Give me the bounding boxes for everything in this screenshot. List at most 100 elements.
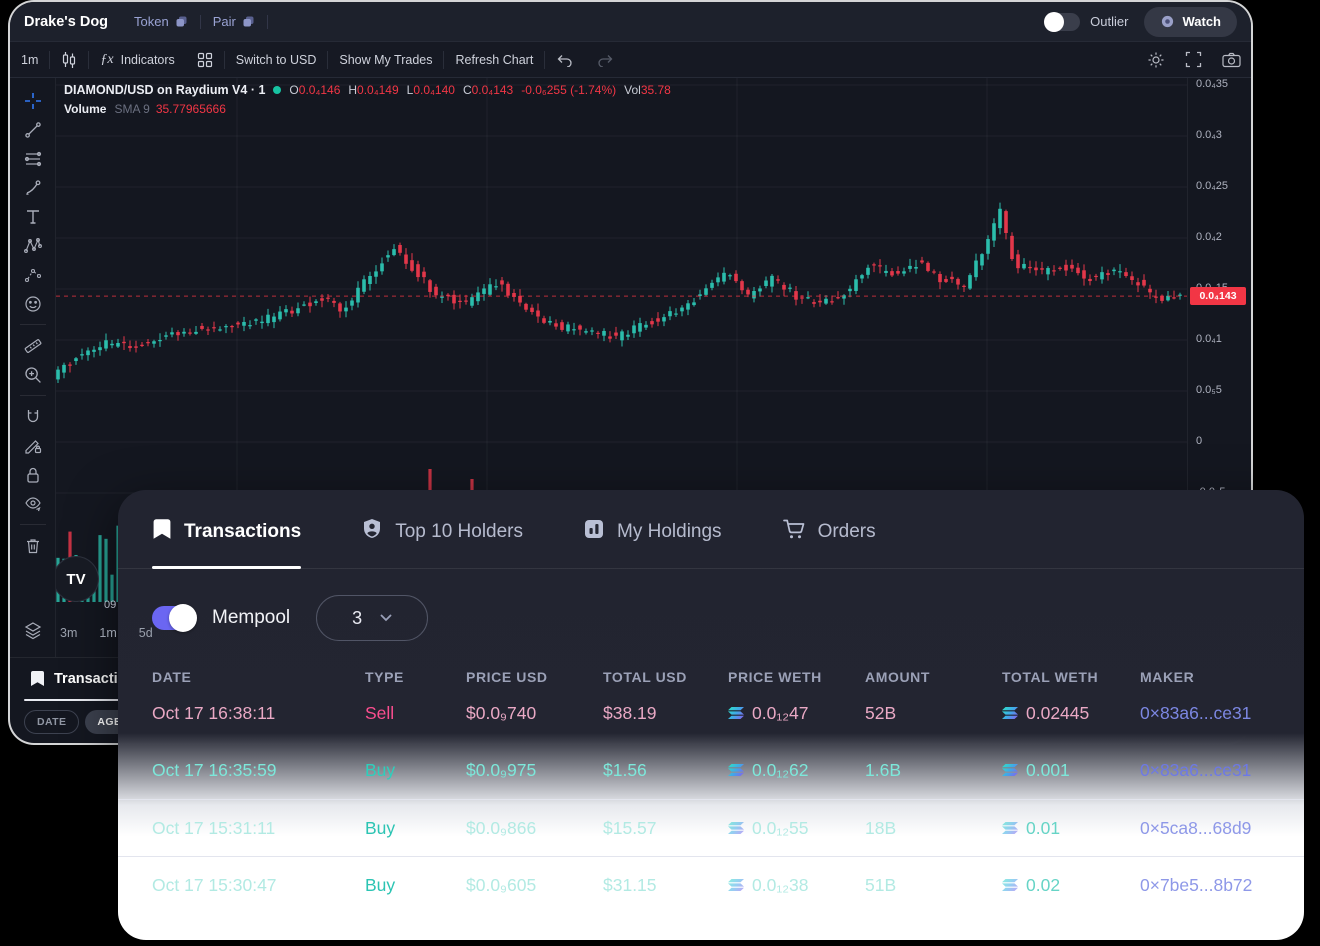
transactions-panel: Transactions Top 10 Holders My Holdings Ord…: [118, 490, 1304, 940]
pattern-icon: [23, 236, 43, 256]
redo-button[interactable]: [585, 53, 625, 67]
transaction-row[interactable]: Oct 17 16:38:11Sell$0.0₉740$38.190.0₁₂47…: [118, 685, 1304, 742]
tab-my-holdings[interactable]: My Holdings: [583, 496, 722, 568]
tx-amount: 18B: [865, 818, 1002, 839]
tx-maker-link[interactable]: 0×83a6...ce31: [1140, 703, 1304, 724]
fib-lines-tool[interactable]: [10, 144, 55, 173]
tx-amount: 1.6B: [865, 760, 1002, 781]
pair-label: Pair: [213, 14, 236, 29]
column-header: PRICE WETH: [728, 669, 865, 685]
column-header: AMOUNT: [865, 669, 1002, 685]
market-status-dot: [273, 86, 281, 94]
undo-button[interactable]: [545, 53, 585, 67]
tx-date: Oct 17 16:38:11: [152, 703, 365, 724]
tab-top-10-holders[interactable]: Top 10 Holders: [361, 496, 523, 568]
tx-total-weth: 0.001: [1002, 760, 1140, 781]
remove-drawings-tool[interactable]: [10, 531, 55, 560]
table-body: Oct 17 16:38:11Sell$0.0₉740$38.190.0₁₂47…: [118, 685, 1304, 913]
indicators-button[interactable]: ƒx Indicators: [89, 52, 185, 68]
transaction-row[interactable]: Oct 17 15:30:47Buy$0.0₉605$31.150.0₁₂385…: [118, 856, 1304, 913]
interval-button[interactable]: 1m: [10, 53, 49, 67]
trend-line-tool[interactable]: [10, 115, 55, 144]
drawing-mode-tool[interactable]: [10, 431, 55, 460]
brush-tool[interactable]: [10, 173, 55, 202]
candle-style-button[interactable]: [50, 51, 88, 69]
undo-icon: [556, 53, 574, 67]
range-button-1m[interactable]: 1m: [99, 626, 116, 640]
solana-icon: [1002, 760, 1018, 781]
crosshair-tool[interactable]: [10, 86, 55, 115]
page-title: Drake's Dog: [24, 14, 108, 30]
tx-maker-link[interactable]: 0×83a6...ce31: [1140, 760, 1304, 781]
smiley-icon: [23, 294, 43, 314]
lock-drawings-tool[interactable]: [10, 460, 55, 489]
tx-total-usd: $31.15: [603, 875, 728, 896]
time-axis-label: 09: [104, 599, 116, 611]
orders-icon: [782, 518, 806, 546]
column-header: TYPE: [365, 669, 466, 685]
tab-label: Top 10 Holders: [395, 521, 523, 543]
tab-orders[interactable]: Orders: [782, 496, 876, 568]
lock-icon: [23, 465, 43, 485]
transaction-row[interactable]: Oct 17 15:31:11Buy$0.0₉866$15.570.0₁₂551…: [118, 799, 1304, 856]
mempool-count-dropdown[interactable]: 3: [316, 595, 428, 641]
window-header: Drake's Dog Token Pair Outlier Watch: [10, 2, 1251, 42]
watch-label: Watch: [1182, 14, 1221, 29]
date-toggle-button[interactable]: DATE: [24, 710, 79, 734]
tab-underline: [24, 699, 126, 701]
screenshot-button[interactable]: [1212, 52, 1251, 68]
fullscreen-icon: [1185, 51, 1202, 68]
watch-eye-icon: [1160, 14, 1175, 29]
transaction-row[interactable]: Oct 17 16:35:59Buy$0.0₉975$1.560.0₁₂621.…: [118, 742, 1304, 799]
text-icon: [23, 207, 43, 227]
token-label: Token: [134, 14, 169, 29]
copy-icon: [242, 15, 255, 28]
redo-icon: [596, 53, 614, 67]
mempool-toggle[interactable]: [152, 606, 196, 630]
pair-copy-button[interactable]: Pair: [213, 14, 255, 29]
price-tick: 0.0₄1: [1196, 333, 1222, 345]
measure-tool[interactable]: [10, 331, 55, 360]
text-tool[interactable]: [10, 202, 55, 231]
camera-icon: [1222, 52, 1241, 68]
xabcd-pattern-tool[interactable]: [10, 231, 55, 260]
tx-price-usd: $0.0₉975: [466, 760, 603, 781]
column-header: PRICE USD: [466, 669, 603, 685]
page-background: Drake's Dog Token Pair Outlier Watch: [0, 0, 1320, 946]
chart-settings-button[interactable]: [1137, 51, 1175, 69]
range-button-3m[interactable]: 3m: [60, 626, 77, 640]
volume-legend: VolumeSMA 935.77965666: [64, 102, 226, 116]
emoji-tool[interactable]: [10, 289, 55, 318]
tx-total-weth: 0.02: [1002, 875, 1140, 896]
rail-divider: [20, 524, 46, 525]
tab-transactions[interactable]: Transactions: [152, 496, 301, 568]
refresh-chart-button[interactable]: Refresh Chart: [444, 53, 544, 67]
forecast-tool[interactable]: [10, 260, 55, 289]
tx-type: Sell: [365, 703, 466, 724]
tx-amount: 52B: [865, 703, 1002, 724]
watch-button[interactable]: Watch: [1144, 7, 1237, 37]
tx-type: Buy: [365, 818, 466, 839]
tx-price-usd: $0.0₉866: [466, 818, 603, 839]
tx-maker-link[interactable]: 0×7be5...8b72: [1140, 875, 1304, 896]
rail-divider: [20, 324, 46, 325]
magnet-tool[interactable]: [10, 402, 55, 431]
range-buttons: 3m 1m 5d: [60, 626, 153, 640]
switch-to-usd-button[interactable]: Switch to USD: [225, 53, 328, 67]
price-tick: 0.0₅5: [1196, 384, 1222, 396]
tx-date: Oct 17 16:35:59: [152, 760, 365, 781]
object-tree-tool[interactable]: [10, 616, 55, 645]
show-my-trades-button[interactable]: Show My Trades: [328, 53, 443, 67]
zoom-in-tool[interactable]: [10, 360, 55, 389]
range-button-5d[interactable]: 5d: [139, 626, 153, 640]
toggle-knob: [169, 604, 197, 632]
hide-drawings-tool[interactable]: [10, 489, 55, 518]
layout-grid-button[interactable]: [186, 52, 224, 68]
outlier-toggle[interactable]: [1046, 13, 1080, 31]
token-copy-button[interactable]: Token: [134, 14, 188, 29]
tx-maker-link[interactable]: 0×5ca8...68d9: [1140, 818, 1304, 839]
outlier-label: Outlier: [1090, 14, 1128, 29]
tx-price-weth: 0.0₁₂47: [728, 703, 865, 724]
fullscreen-button[interactable]: [1175, 51, 1212, 68]
chevron-down-icon: [380, 614, 392, 622]
